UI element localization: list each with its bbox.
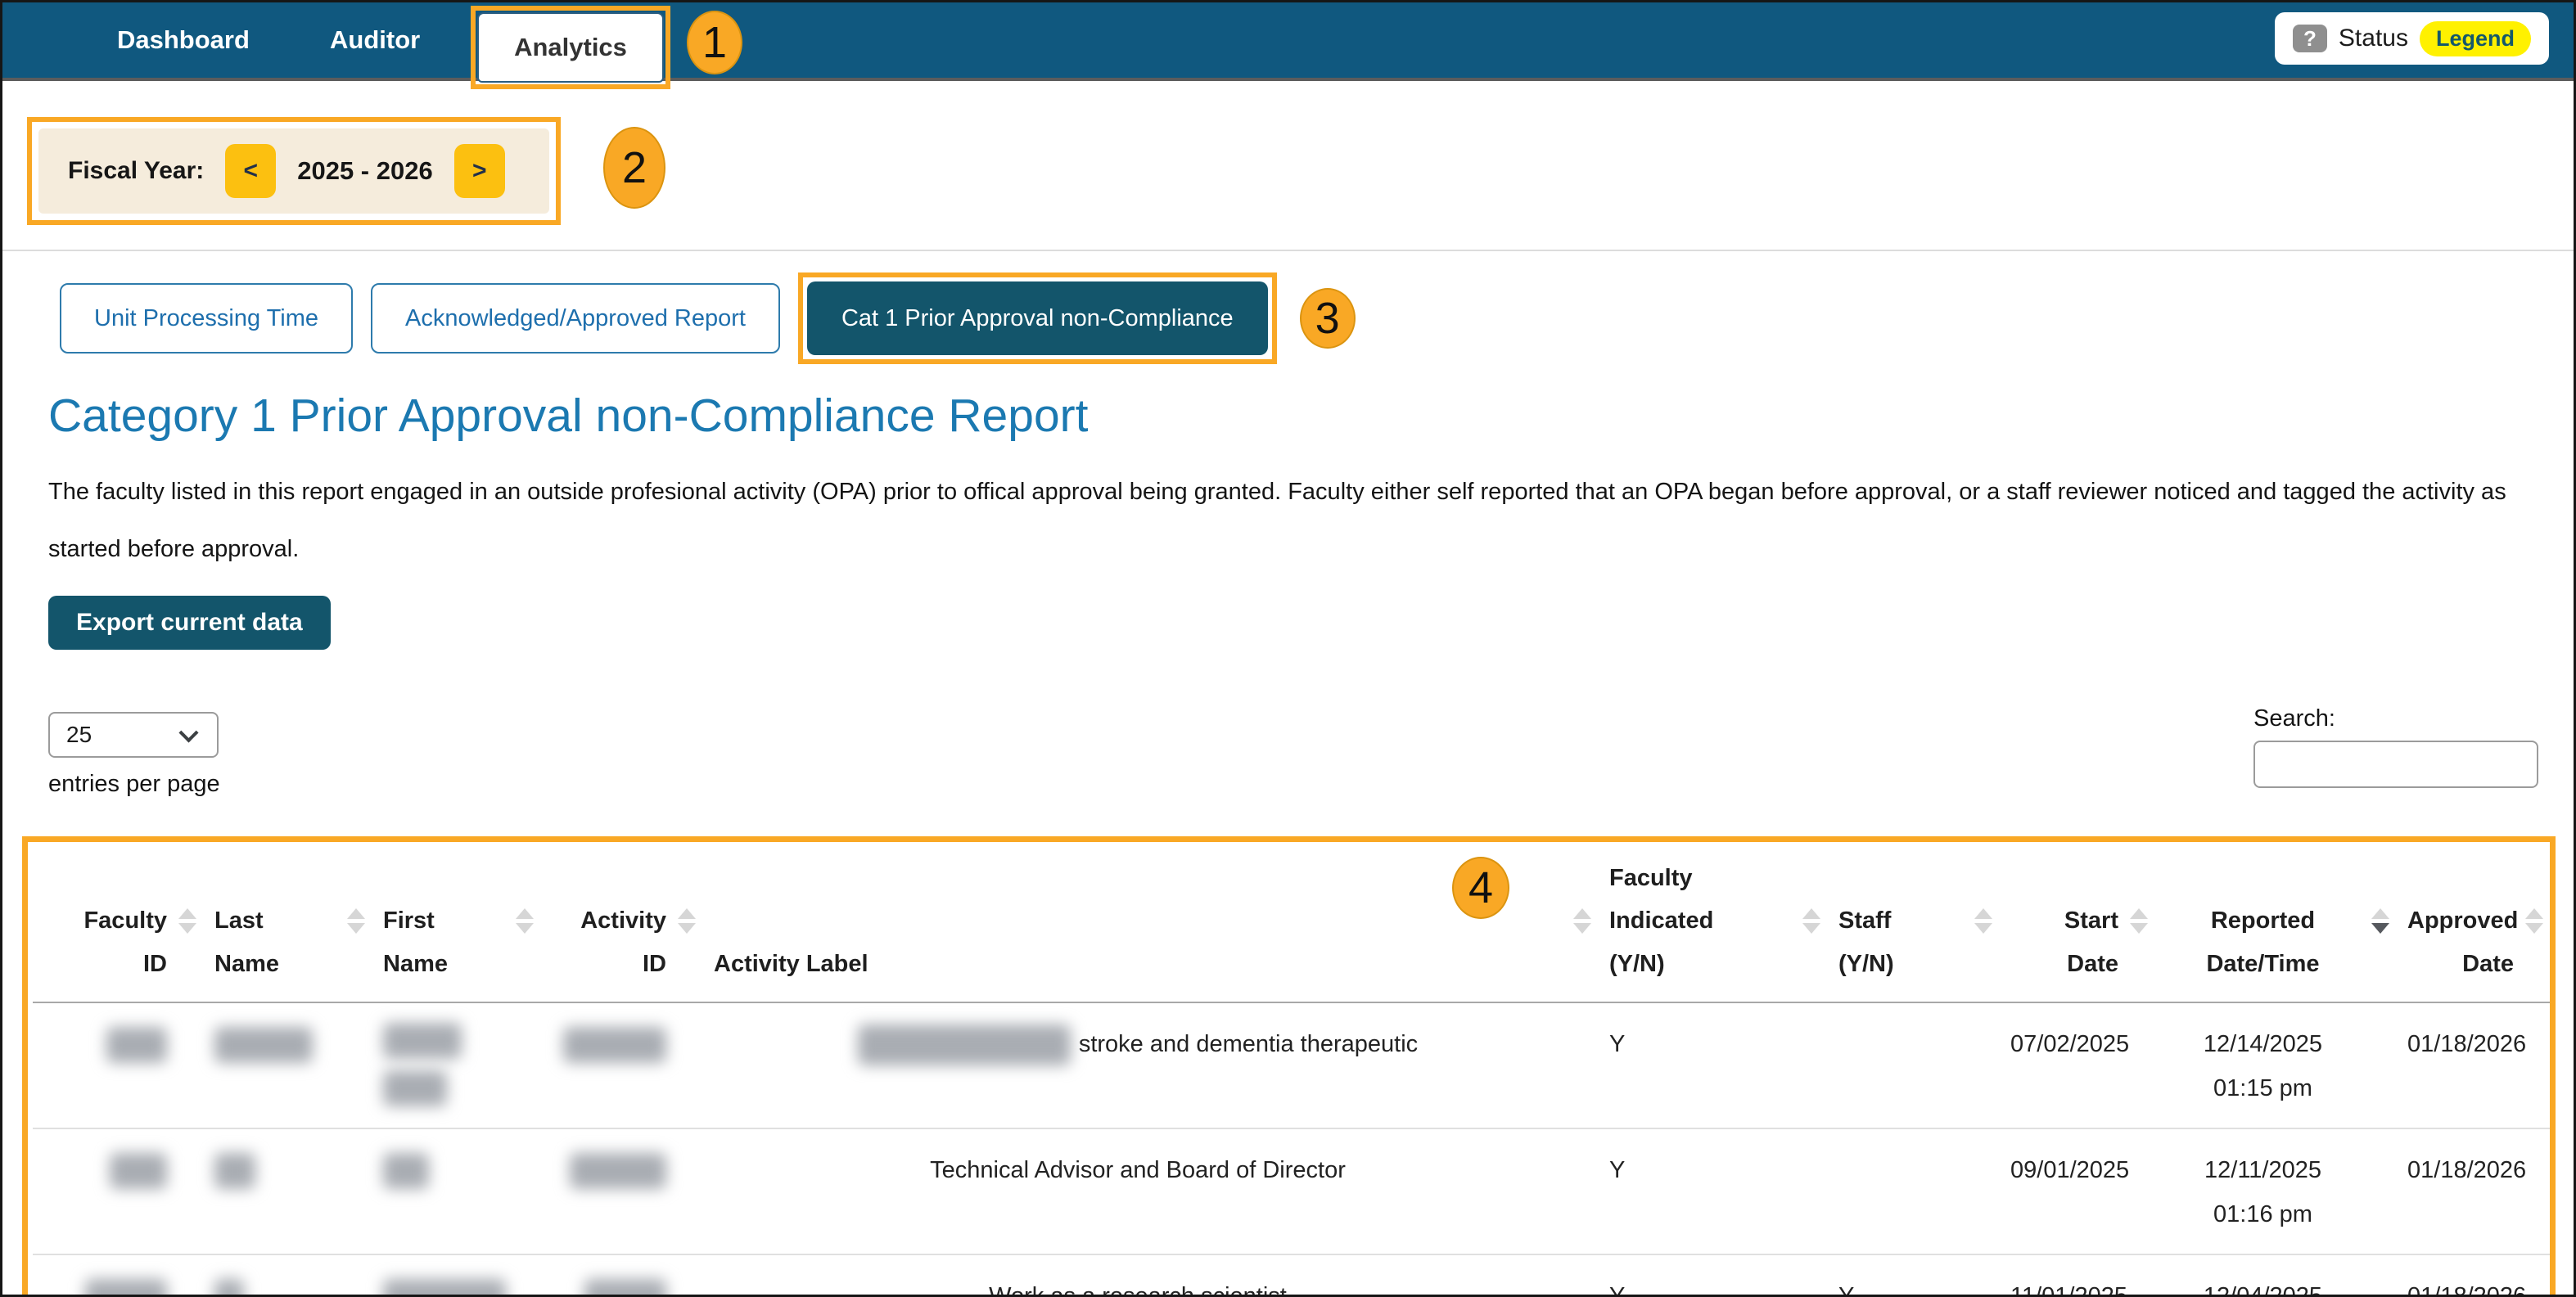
sort-icon[interactable] — [678, 908, 696, 934]
cell-activity-id-redacted — [540, 1002, 702, 1128]
tab-cat1-prior-approval-active[interactable]: Cat 1 Prior Approval non-Compliance — [807, 281, 1268, 355]
sort-icon[interactable] — [1974, 908, 1992, 934]
column-header-staff[interactable]: Staff(Y/N) — [1827, 842, 1999, 1002]
page-title: Category 1 Prior Approval non-Compliance… — [48, 389, 2574, 443]
section-divider — [2, 250, 2574, 251]
cell-start-date: 11/01/2025 — [1999, 1254, 2154, 1297]
sort-icon[interactable] — [2130, 908, 2148, 934]
question-mark-icon: ? — [2293, 25, 2327, 52]
entries-per-page-value: 25 — [66, 722, 92, 747]
export-current-data-button[interactable]: Export current data — [48, 596, 331, 650]
callout-box-2: Fiscal Year: < 2025 - 2026 > — [27, 117, 561, 225]
annotation-callout-3: 3 — [1300, 288, 1356, 349]
cell-start-date: 09/01/2025 — [1999, 1128, 2154, 1254]
sort-icon[interactable] — [1802, 908, 1820, 934]
cell-approved-date: 01/18/2026 — [2396, 1002, 2550, 1128]
cell-reported-datetime: 12/11/202501:16 pm — [2154, 1128, 2396, 1254]
cell-staff — [1827, 1128, 1999, 1254]
column-header-activity-id[interactable]: ActivityID — [540, 842, 702, 1002]
search-group: Search: — [2253, 705, 2538, 788]
cell-activity-label: Technical Advisor and Board of Director — [702, 1128, 1598, 1254]
status-legend-widget: ? Status Legend — [2275, 12, 2549, 65]
entries-per-page-select[interactable]: 25 — [48, 712, 219, 758]
noncompliance-table: FacultyID LastName FirstName ActivityID — [33, 842, 2550, 1297]
cell-faculty-indicated: Y — [1598, 1002, 1827, 1128]
cell-activity-id-redacted — [540, 1128, 702, 1254]
cell-first-name-redacted — [372, 1128, 540, 1254]
sort-icon-active-desc[interactable] — [2371, 908, 2389, 934]
sort-icon[interactable] — [178, 908, 196, 934]
annotation-callout-4: 4 — [1452, 857, 1509, 919]
cell-last-name-redacted — [203, 1128, 372, 1254]
cell-faculty-id-redacted — [33, 1128, 203, 1254]
fiscal-year-next-button[interactable]: > — [454, 144, 505, 198]
callout-box-1: Analytics — [471, 6, 670, 89]
cell-reported-datetime: 12/04/202511:46 am — [2154, 1254, 2396, 1297]
fiscal-year-section: Fiscal Year: < 2025 - 2026 > 2 — [27, 117, 561, 225]
entries-per-page-label: entries per page — [48, 771, 220, 798]
search-label: Search: — [2253, 705, 2538, 732]
cell-last-name-redacted — [203, 1002, 372, 1128]
table-controls: 25 entries per page Search: — [2, 712, 2574, 800]
cell-activity-label: Work as a research scientist — [702, 1254, 1598, 1297]
cell-reported-datetime: 12/14/202501:15 pm — [2154, 1002, 2396, 1128]
tab-unit-processing-time[interactable]: Unit Processing Time — [60, 283, 353, 354]
status-label: Status — [2339, 25, 2408, 52]
cell-faculty-id-redacted — [33, 1002, 203, 1128]
fiscal-year-panel: Fiscal Year: < 2025 - 2026 > — [38, 128, 549, 214]
column-header-faculty-id[interactable]: FacultyID — [33, 842, 203, 1002]
column-header-start-date[interactable]: StartDate — [1999, 842, 2154, 1002]
chevron-down-icon — [178, 723, 198, 743]
cell-first-name-redacted — [372, 1254, 540, 1297]
sort-icon[interactable] — [1573, 908, 1591, 934]
cell-activity-id-redacted — [540, 1254, 702, 1297]
cell-start-date: 07/02/2025 — [1999, 1002, 2154, 1128]
legend-badge[interactable]: Legend — [2420, 21, 2531, 56]
nav-item-auditor[interactable]: Auditor — [330, 2, 420, 78]
cell-last-name-redacted — [203, 1254, 372, 1297]
report-tab-buttons: Unit Processing Time Acknowledged/Approv… — [60, 272, 2574, 364]
cell-faculty-id-redacted — [33, 1254, 203, 1297]
callout-box-3: Cat 1 Prior Approval non-Compliance — [798, 272, 1277, 364]
table-row: Technical Advisor and Board of Director … — [33, 1128, 2550, 1254]
column-header-faculty-indicated[interactable]: FacultyIndicated(Y/N) — [1598, 842, 1827, 1002]
column-header-first-name[interactable]: FirstName — [372, 842, 540, 1002]
column-header-reported-datetime[interactable]: ReportedDate/Time — [2154, 842, 2396, 1002]
search-input[interactable] — [2253, 741, 2538, 788]
cell-approved-date: 01/18/2026 — [2396, 1128, 2550, 1254]
nav-item-analytics-active[interactable]: Analytics — [477, 12, 664, 83]
sort-icon[interactable] — [2525, 908, 2543, 934]
cell-faculty-indicated: Y — [1598, 1254, 1827, 1297]
cell-staff: Y — [1827, 1254, 1999, 1297]
column-header-last-name[interactable]: LastName — [203, 842, 372, 1002]
fiscal-year-value: 2025 - 2026 — [297, 156, 432, 186]
nav-item-dashboard[interactable]: Dashboard — [117, 2, 250, 78]
top-navbar: Dashboard Auditor Analytics 1 ? Status L… — [2, 2, 2574, 81]
app-window: Dashboard Auditor Analytics 1 ? Status L… — [0, 0, 2576, 1297]
column-header-approved-date[interactable]: ApprovedDate — [2396, 842, 2550, 1002]
tab-acknowledged-approved-report[interactable]: Acknowledged/Approved Report — [371, 283, 780, 354]
sort-icon[interactable] — [516, 908, 534, 934]
callout-box-4: 4 FacultyID LastName — [22, 836, 2556, 1297]
table-row: Work as a research scientist Y Y 11/01/2… — [33, 1254, 2550, 1297]
sort-icon[interactable] — [347, 908, 365, 934]
cell-approved-date: 01/18/2026 — [2396, 1254, 2550, 1297]
annotation-callout-2: 2 — [603, 127, 665, 209]
fiscal-year-prev-button[interactable]: < — [225, 144, 276, 198]
table-header-row: FacultyID LastName FirstName ActivityID — [33, 842, 2550, 1002]
cell-first-name-redacted — [372, 1002, 540, 1128]
cell-activity-label: stroke and dementia therapeutic — [702, 1002, 1598, 1128]
report-description: The faculty listed in this report engage… — [48, 464, 2540, 578]
table-row: stroke and dementia therapeutic Y 07/02/… — [33, 1002, 2550, 1128]
cell-faculty-indicated: Y — [1598, 1128, 1827, 1254]
annotation-callout-1: 1 — [687, 11, 742, 74]
cell-staff — [1827, 1002, 1999, 1128]
fiscal-year-label: Fiscal Year: — [68, 157, 204, 185]
